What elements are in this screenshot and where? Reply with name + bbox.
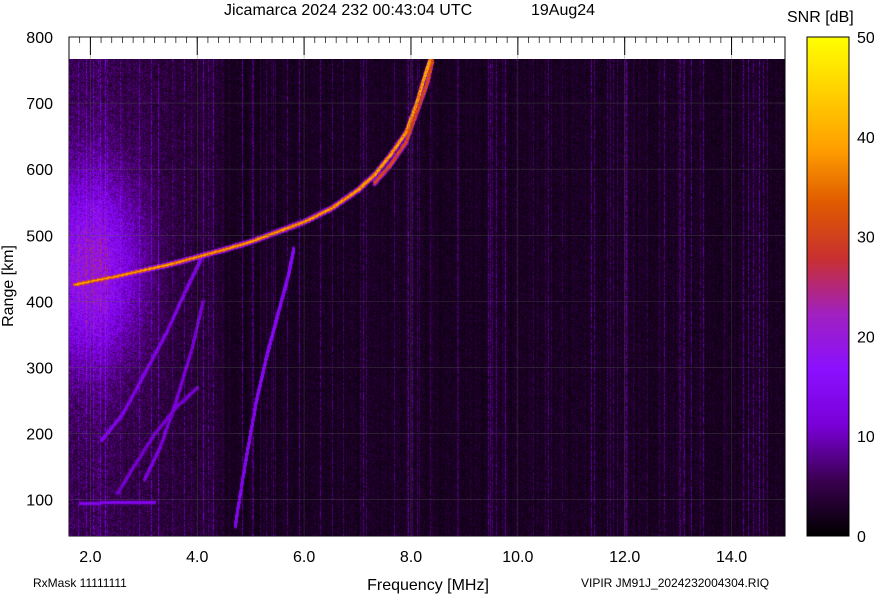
- colorbar: [806, 36, 850, 537]
- y-tick-label: 700: [26, 96, 53, 113]
- y-tick-label: 300: [26, 360, 53, 377]
- y-tick-label: 800: [26, 30, 53, 47]
- colorbar-title: SNR [dB]: [787, 9, 854, 26]
- colorbar-tick-label: 20: [857, 329, 874, 346]
- footer-left: RxMask 11111111: [33, 576, 127, 590]
- y-tick-label: 600: [26, 162, 53, 179]
- colorbar-tick-label: 40: [857, 130, 874, 147]
- colorbar-tick-label: 50: [857, 30, 874, 47]
- x-tick-label: 12.0: [609, 549, 640, 566]
- heatmap-image: [69, 59, 785, 536]
- chart-title: Jicamarca 2024 232 00:43:04 UTC: [224, 2, 472, 19]
- colorbar-tick-label: 0: [857, 529, 866, 546]
- x-axis-title: Frequency [MHz]: [367, 577, 489, 594]
- y-tick-label: 400: [26, 294, 53, 311]
- x-tick-label: 8.0: [400, 549, 422, 566]
- colorbar-tick-label: 30: [857, 230, 874, 247]
- x-tick-label: 14.0: [716, 549, 747, 566]
- colorbar-tick-label: 10: [857, 429, 874, 446]
- colorbar-ticks: 0 10 20 30 40 50: [857, 30, 874, 546]
- y-axis-title: Range [km]: [0, 245, 17, 327]
- x-tick-label: 4.0: [186, 549, 208, 566]
- ionogram-chart: Jicamarca 2024 232 00:43:04 UTC 19Aug24 …: [0, 2, 874, 594]
- y-tick-label: 100: [26, 493, 53, 510]
- y-tick-label: 200: [26, 427, 53, 444]
- x-tick-label: 6.0: [293, 549, 315, 566]
- y-tick-label: 500: [26, 228, 53, 245]
- footer-right: VIPIR JM91J_2024232004304.RIQ: [581, 576, 769, 590]
- chart-date: 19Aug24: [531, 2, 595, 19]
- x-tick-label: 2.0: [79, 549, 101, 566]
- x-tick-label: 10.0: [502, 549, 533, 566]
